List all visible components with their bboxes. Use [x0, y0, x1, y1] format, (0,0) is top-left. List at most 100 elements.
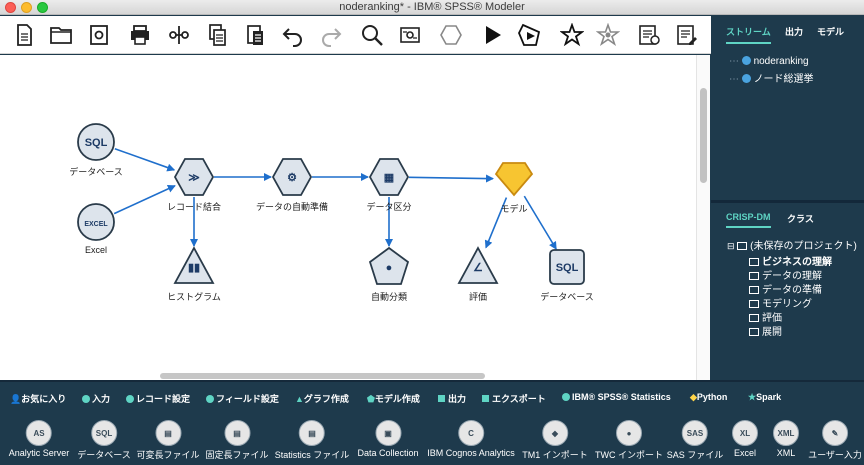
stream-link-db1-merge[interactable] [114, 147, 176, 172]
stream-properties-icon[interactable] [396, 20, 424, 50]
palette-node-icon: SQL [91, 420, 117, 446]
auto-data-prep-icon[interactable]: ⚙ [271, 158, 313, 196]
python-icon: ◆ [690, 392, 697, 402]
stream-link-excel-merge[interactable] [113, 185, 176, 215]
redo-icon[interactable] [317, 20, 345, 50]
palette-node-label: 固定長ファイル [205, 450, 269, 460]
partition-icon[interactable]: ▦ [368, 158, 410, 196]
palette-tab-record-ops[interactable]: レコード設定 [126, 392, 190, 405]
node-label-dbexport: データベース [540, 292, 594, 302]
palette-node-item[interactable]: SQL データベース [77, 420, 131, 461]
excel-icon[interactable]: EXCEL [77, 203, 115, 241]
palette-tab-graphs[interactable]: ▲グラフ作成 [295, 392, 349, 405]
crisp-phase-item[interactable]: ビジネスの理解 [749, 253, 832, 268]
managers-tabs: ストリーム 出力 モデル [711, 16, 864, 44]
tab-models[interactable]: モデル [817, 25, 844, 38]
tab-classes[interactable]: クラス [787, 212, 814, 225]
palette-node-icon: C [457, 420, 484, 446]
palette-node-item[interactable]: SAS SAS ファイル [667, 420, 723, 461]
palette-node-item[interactable]: AS Analytic Server [9, 420, 69, 458]
cut-icon[interactable] [165, 20, 193, 50]
database-export-icon[interactable]: SQL [549, 249, 585, 285]
run-icon[interactable] [478, 20, 506, 50]
palette-tab-favorites[interactable]: 👤お気に入り [10, 392, 66, 405]
palette-node-item[interactable]: ● TWC インポート [595, 420, 663, 461]
stream-item-label: noderanking [753, 56, 809, 67]
database-icon[interactable]: SQL [77, 123, 115, 161]
vertical-scrollbar[interactable] [696, 55, 710, 380]
collapse-icon[interactable]: ⊟ [727, 241, 735, 251]
palette-tab-spark[interactable]: ★Spark [748, 392, 781, 403]
comment-icon[interactable] [673, 20, 701, 50]
tab-streams[interactable]: ストリーム [726, 25, 771, 44]
palette-tab-modeling[interactable]: ⬟モデル作成 [367, 392, 420, 405]
palette-tab-export[interactable]: エクスポート [482, 392, 546, 405]
palette-tab-sources[interactable]: 入力 [82, 392, 111, 412]
palette-node-item[interactable]: C IBM Cognos Analytics [427, 420, 515, 458]
stream-canvas[interactable]: SQL EXCEL ≫ ⚙ ▦ ▮▮ ● ∠ SQL データベース Excel レコード結合 データの… [0, 55, 696, 380]
palette-node-icon: ◆ [541, 420, 568, 446]
magic-star-icon[interactable] [558, 20, 586, 50]
undo-icon[interactable] [279, 20, 307, 50]
stream-link-partition-model[interactable] [408, 174, 495, 183]
annotation-icon[interactable] [635, 20, 663, 50]
crisp-phase-item[interactable]: データの理解 [749, 267, 822, 282]
source-circle-icon [82, 395, 90, 403]
open-folder-icon[interactable] [47, 20, 75, 50]
vertical-scrollbar-thumb[interactable] [700, 88, 707, 183]
supernode-icon[interactable] [437, 20, 465, 50]
crisp-phase-label: 展開 [762, 327, 782, 338]
palette-node-item[interactable]: ✎ ユーザー入力 [808, 420, 862, 461]
new-stream-icon[interactable] [10, 20, 38, 50]
stream-item-label: ノード総選挙 [753, 74, 814, 85]
crisp-phase-item[interactable]: 評価 [749, 309, 782, 324]
node-palette-tabs: 👤お気に入り 入力 レコード設定 フィールド設定 ▲グラフ作成 ⬟モデル作成 出… [0, 380, 864, 412]
evaluation-icon[interactable]: ∠ [457, 246, 499, 284]
stream-link-model-dbexport[interactable] [523, 195, 557, 250]
palette-node-icon: SAS [681, 420, 708, 446]
palette-node-item[interactable]: ▤ Statistics ファイル [275, 420, 349, 461]
palette-tab-python[interactable]: ◆Python [690, 392, 727, 403]
merge-icon[interactable]: ≫ [173, 158, 215, 196]
paste-icon[interactable] [241, 20, 269, 50]
hexagon-icon [126, 395, 134, 403]
node-label-partition: データ区分 [366, 202, 412, 212]
stream-item-node-election[interactable]: ⋯ ノード総選挙 [729, 70, 814, 85]
preview-star-icon[interactable] [594, 20, 622, 50]
statistics-icon [562, 393, 570, 401]
tab-crisp-dm[interactable]: CRISP-DM [726, 212, 771, 228]
palette-tab-field-ops[interactable]: フィールド設定 [206, 392, 279, 405]
palette-node-item[interactable]: ◆ TM1 インポート [522, 420, 588, 461]
stream-item-noderanking[interactable]: ⋯ noderanking [729, 56, 809, 67]
model-nugget-icon[interactable] [494, 162, 534, 197]
copy-icon[interactable] [203, 20, 231, 50]
palette-node-item[interactable]: ▣ Data Collection [357, 420, 419, 458]
palette-node-icon: ● [616, 420, 642, 446]
palette-node-icon: ✎ [821, 420, 848, 446]
histogram-icon[interactable]: ▮▮ [173, 246, 215, 284]
svg-text:∠: ∠ [473, 262, 483, 274]
crisp-phase-item[interactable]: モデリング [749, 295, 812, 310]
crisp-phase-item[interactable]: データの準備 [749, 281, 822, 296]
print-icon[interactable] [126, 20, 154, 50]
palette-tab-output[interactable]: 出力 [438, 392, 466, 405]
horizontal-scrollbar[interactable] [160, 373, 485, 379]
run-selection-icon[interactable] [515, 20, 543, 50]
palette-node-item[interactable]: ▤ 可変長ファイル [136, 420, 200, 461]
palette-node-item[interactable]: XL Excel [732, 420, 758, 458]
node-label-autodata: データの自動準備 [255, 202, 329, 212]
crisp-phase-item[interactable]: 展開 [749, 323, 782, 338]
auto-cluster-icon[interactable]: ● [368, 246, 410, 285]
save-icon[interactable] [85, 20, 113, 50]
search-icon[interactable] [358, 20, 386, 50]
window-title: noderanking* - IBM® SPSS® Modeler [339, 1, 525, 13]
palette-tab-statistics[interactable]: IBM® SPSS® Statistics [562, 392, 671, 402]
folder-icon [749, 300, 759, 308]
palette-node-item[interactable]: XML XML [773, 420, 799, 458]
svg-text:⚙: ⚙ [287, 172, 297, 184]
tab-outputs[interactable]: 出力 [785, 25, 803, 38]
project-root[interactable]: ⊟ (未保存のプロジェクト) [727, 237, 857, 252]
stream-icon [741, 74, 751, 83]
palette-node-item[interactable]: ▤ 固定長ファイル [205, 420, 269, 461]
project-panel: CRISP-DM クラス ⊟ (未保存のプロジェクト) ビジネスの理解 データの理… [711, 200, 864, 380]
